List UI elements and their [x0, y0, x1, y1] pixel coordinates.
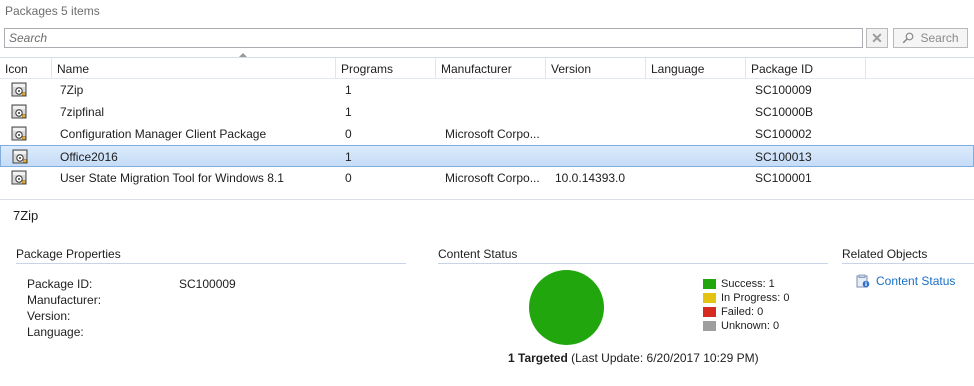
cell-package-id: SC100002: [755, 127, 812, 141]
cell-manufacturer: [445, 101, 545, 123]
cell-programs: 1: [345, 105, 352, 119]
package-properties-heading: Package Properties: [16, 247, 121, 261]
table-row[interactable]: 7zipfinal 1 SC10000B: [0, 101, 974, 123]
cell-version: [555, 79, 645, 101]
table-row[interactable]: Office2016 1 SC100013: [0, 145, 974, 167]
targeted-count: 1 Targeted: [508, 351, 568, 365]
content-status-link[interactable]: Content Status: [856, 274, 955, 288]
cell-name: 7Zip: [60, 83, 84, 97]
clear-search-button[interactable]: ✕: [866, 28, 888, 48]
list-title: Packages: [5, 4, 58, 18]
cell-name: 7zipfinal: [60, 105, 105, 119]
legend-in-progress-swatch: [703, 293, 716, 303]
cell-name: Office2016: [60, 150, 118, 164]
package-icon: [12, 149, 28, 164]
pane-divider: [0, 199, 974, 200]
column-header-row: Icon Name Programs Manufacturer Version …: [0, 53, 974, 79]
content-status-rule: [438, 263, 828, 264]
cell-manufacturer: [445, 79, 545, 101]
cell-language: [651, 101, 741, 123]
column-header-language[interactable]: Language: [646, 58, 746, 79]
cell-name: Configuration Manager Client Package: [60, 127, 267, 141]
column-header-name-label: Name: [57, 62, 90, 76]
content-status-link-label: Content Status: [876, 274, 956, 288]
legend-success-swatch: [703, 279, 716, 289]
cell-programs: 1: [345, 83, 352, 97]
cell-version: [555, 123, 645, 145]
table-row[interactable]: 7Zip 1 SC100009: [0, 79, 974, 101]
column-header-programs[interactable]: Programs: [336, 58, 436, 79]
package-icon: [11, 170, 27, 185]
cell-package-id: SC10000B: [755, 105, 814, 119]
content-status-pie-chart: [529, 270, 604, 345]
package-icon: [11, 126, 27, 141]
cell-version: 10.0.14393.0: [555, 171, 626, 185]
legend-failed-label: Failed: 0: [721, 306, 764, 318]
table-row[interactable]: Configuration Manager Client Package 0 Mic…: [0, 123, 974, 145]
search-button[interactable]: Search: [893, 28, 968, 48]
list-header: Packages 5 items: [5, 4, 100, 18]
version-label: Version:: [27, 309, 71, 323]
targeted-summary: 1 Targeted (Last Update: 6/20/2017 10:29…: [508, 351, 759, 365]
cell-version: [555, 146, 645, 168]
cell-language: [651, 123, 741, 145]
cell-manufacturer: [445, 146, 545, 168]
legend-unknown-label: Unknown: 0: [721, 320, 780, 332]
content-status-heading: Content Status: [438, 247, 518, 261]
related-objects-heading: Related Objects: [842, 247, 928, 261]
cell-programs: 0: [345, 127, 352, 141]
language-label: Language:: [27, 325, 84, 339]
legend-failed-swatch: [703, 307, 716, 317]
column-header-name[interactable]: Name: [52, 53, 336, 79]
package-id-label: Package ID:: [27, 277, 93, 291]
last-update: (Last Update: 6/20/2017 10:29 PM): [571, 351, 759, 365]
sort-ascending-icon: [239, 53, 247, 57]
content-status-icon: [856, 274, 870, 288]
legend-in-progress-label: In Progress: 0: [721, 292, 790, 304]
column-header-package-id[interactable]: Package ID: [746, 58, 866, 79]
legend-unknown-swatch: [703, 321, 716, 331]
column-header-manufacturer[interactable]: Manufacturer: [436, 58, 546, 79]
details-title: 7Zip: [13, 208, 39, 223]
package-properties-rule: [16, 263, 406, 264]
cell-name: User State Migration Tool for Windows 8.…: [60, 171, 284, 185]
cell-programs: 1: [345, 150, 352, 164]
search-icon: [903, 32, 914, 44]
column-header-version[interactable]: Version: [546, 58, 646, 79]
manufacturer-label: Manufacturer:: [27, 293, 102, 307]
cell-package-id: SC100001: [755, 171, 812, 185]
legend-success-label: Success: 1: [721, 278, 775, 290]
column-header-icon[interactable]: Icon: [0, 58, 52, 79]
cell-manufacturer: Microsoft Corpo...: [445, 127, 540, 141]
cell-package-id: SC100013: [755, 150, 812, 164]
package-id-value: SC100009: [179, 277, 236, 291]
clear-icon: ✕: [871, 29, 883, 46]
package-icon: [11, 82, 27, 97]
cell-language: [651, 79, 741, 101]
table-row[interactable]: User State Migration Tool for Windows 8.…: [0, 167, 974, 189]
item-count: 5 items: [61, 4, 100, 18]
package-icon: [11, 104, 27, 119]
package-list-pane: Packages 5 items ✕ Search Icon Name Prog…: [0, 0, 974, 200]
related-objects-rule: [842, 263, 974, 264]
search-button-label: Search: [920, 31, 959, 45]
cell-language: [651, 146, 741, 168]
cell-package-id: SC100009: [755, 83, 812, 97]
cell-language: [651, 167, 741, 189]
search-input[interactable]: [4, 28, 863, 48]
cell-programs: 0: [345, 171, 352, 185]
cell-version: [555, 101, 645, 123]
cell-manufacturer: Microsoft Corpo...: [445, 171, 540, 185]
